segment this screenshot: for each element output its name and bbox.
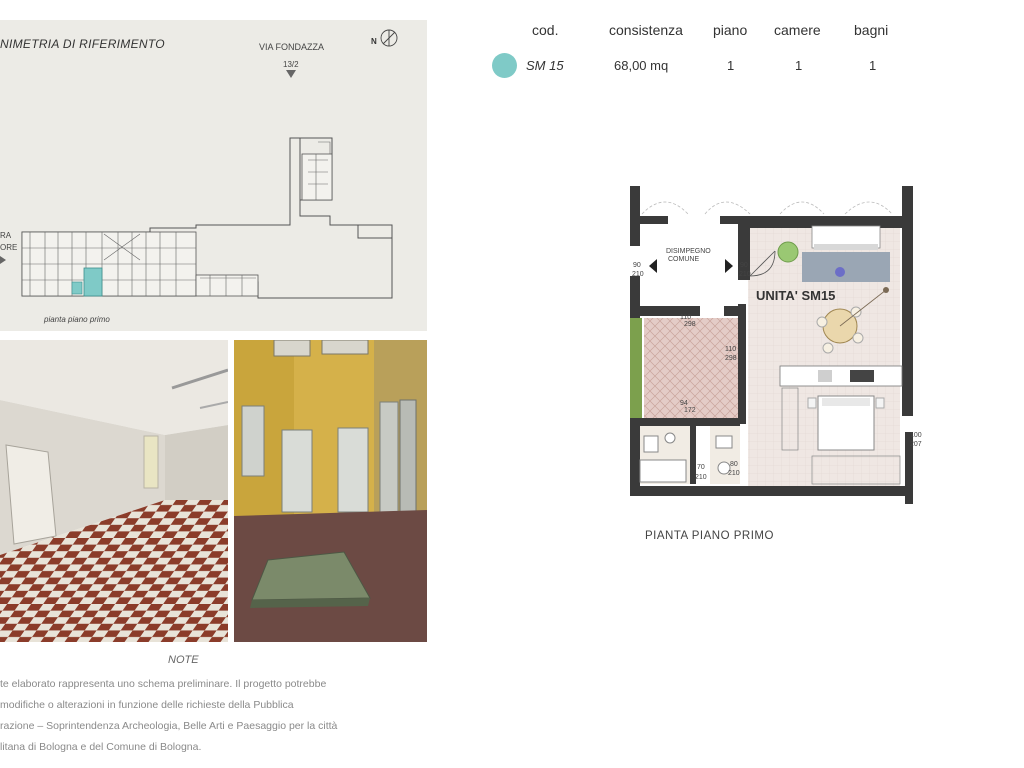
corridor-label-2: COMUNE [668, 256, 700, 263]
highlighted-unit [83, 267, 103, 297]
dimension-label: 298 [684, 321, 696, 328]
dimension-label: 100 [910, 432, 922, 439]
dimension-label: 80 [730, 461, 738, 468]
cell-piano: 1 [727, 58, 735, 73]
header-camere: camere [774, 22, 821, 38]
corridor-label: DISIMPEGNO [666, 248, 711, 255]
site-plan-panel: NIMETRIA DI RIFERIMENTO VIA FONDAZZA 13/… [0, 20, 427, 331]
cell-consistenza: 68,00 mq [614, 58, 669, 73]
cell-camere: 1 [795, 58, 803, 73]
street-fragment-2: ORE [0, 243, 18, 252]
header-consistenza: consistenza [609, 22, 683, 38]
left-arrow-icon [0, 256, 6, 264]
north-compass-icon [380, 29, 398, 47]
header-piano: piano [713, 22, 748, 38]
dimension-label: 172 [684, 407, 696, 414]
dimension-label: 210 [728, 470, 740, 477]
floor-plan-caption: PIANTA PIANO PRIMO [645, 530, 774, 542]
dimension-label: 207 [910, 441, 922, 448]
header-bagni: bagni [854, 22, 889, 38]
civic-number: 13/2 [283, 60, 299, 69]
dimension-label: 94 [680, 400, 688, 407]
dimension-label: 110 [725, 346, 737, 353]
unit-floor-plan [630, 186, 913, 506]
courtyard-photo [234, 340, 427, 642]
notes-title: NOTE [168, 654, 199, 666]
door-dimension: 210 [739, 271, 751, 278]
dimension-label: 110 [680, 314, 692, 321]
interior-room-photo [0, 340, 228, 642]
site-plan-title: NIMETRIA DI RIFERIMENTO [0, 37, 165, 51]
north-label: N [371, 37, 377, 46]
door-dimension: 90 [633, 262, 641, 269]
entrance-arrow-icon [286, 70, 296, 78]
street-label: VIA FONDAZZA [259, 42, 325, 52]
door-dimension: 210 [632, 271, 644, 278]
door-dimension: 90 [740, 262, 748, 269]
dimension-label: 298 [725, 355, 737, 362]
cell-bagni: 1 [869, 58, 877, 73]
notes-line: modifiche o alterazioni in funzione dell… [0, 699, 294, 711]
unit-color-swatch [492, 53, 517, 78]
corridor-arrow-left-icon [649, 259, 657, 273]
site-plan-drawing [0, 29, 398, 299]
header-cod: cod. [532, 22, 559, 38]
unit-label: UNITA' SM15 [756, 288, 836, 303]
cell-cod: SM 15 [526, 58, 564, 73]
notes-text: te elaborato rappresenta uno schema prel… [0, 674, 418, 758]
street-fragment-1: RA [0, 231, 12, 240]
notes-line: litana di Bologna e del Comune di Bologn… [0, 741, 202, 753]
notes-line: te elaborato rappresenta uno schema prel… [0, 678, 327, 690]
dimension-label: 70 [697, 464, 705, 471]
dimension-label: 210 [695, 474, 707, 481]
notes-line: razione – Soprintendenza Archeologia, Be… [0, 720, 338, 732]
site-plan-caption: pianta piano primo [44, 315, 110, 324]
corridor-arrow-right-icon [725, 259, 733, 273]
